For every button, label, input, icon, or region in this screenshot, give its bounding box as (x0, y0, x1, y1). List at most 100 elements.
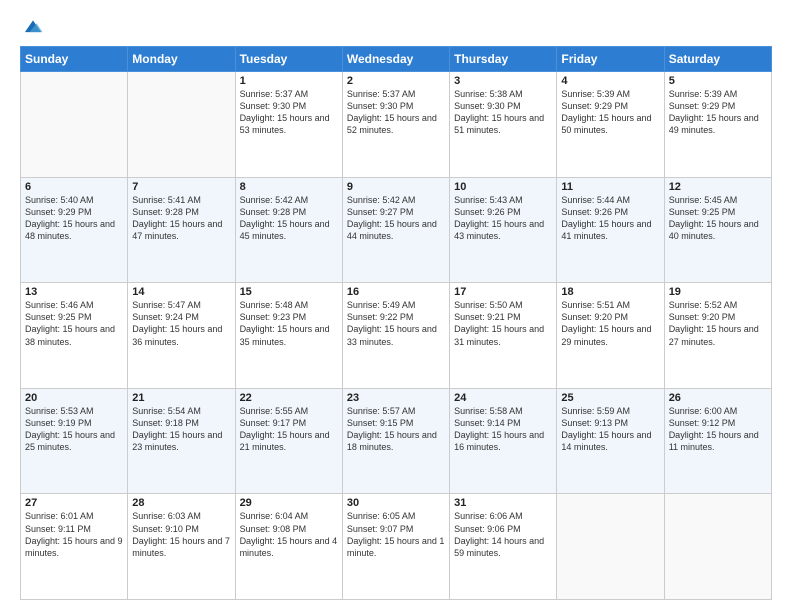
calendar-cell: 24Sunrise: 5:58 AM Sunset: 9:14 PM Dayli… (450, 388, 557, 494)
calendar-header-row: SundayMondayTuesdayWednesdayThursdayFrid… (21, 47, 772, 72)
day-info: Sunrise: 6:04 AM Sunset: 9:08 PM Dayligh… (240, 510, 338, 559)
logo (20, 16, 44, 38)
day-info: Sunrise: 5:48 AM Sunset: 9:23 PM Dayligh… (240, 299, 338, 348)
weekday-header-monday: Monday (128, 47, 235, 72)
day-number: 20 (25, 392, 123, 404)
calendar-cell: 6Sunrise: 5:40 AM Sunset: 9:29 PM Daylig… (21, 177, 128, 283)
calendar-cell: 21Sunrise: 5:54 AM Sunset: 9:18 PM Dayli… (128, 388, 235, 494)
day-info: Sunrise: 5:45 AM Sunset: 9:25 PM Dayligh… (669, 194, 767, 243)
day-info: Sunrise: 5:39 AM Sunset: 9:29 PM Dayligh… (669, 88, 767, 137)
day-info: Sunrise: 5:51 AM Sunset: 9:20 PM Dayligh… (561, 299, 659, 348)
day-number: 2 (347, 75, 445, 87)
calendar-cell: 3Sunrise: 5:38 AM Sunset: 9:30 PM Daylig… (450, 72, 557, 178)
calendar-week-row: 20Sunrise: 5:53 AM Sunset: 9:19 PM Dayli… (21, 388, 772, 494)
weekday-header-friday: Friday (557, 47, 664, 72)
calendar-cell: 16Sunrise: 5:49 AM Sunset: 9:22 PM Dayli… (342, 283, 449, 389)
day-info: Sunrise: 5:55 AM Sunset: 9:17 PM Dayligh… (240, 405, 338, 454)
day-info: Sunrise: 5:42 AM Sunset: 9:28 PM Dayligh… (240, 194, 338, 243)
day-number: 17 (454, 286, 552, 298)
day-number: 16 (347, 286, 445, 298)
logo-icon (22, 16, 44, 38)
calendar-week-row: 6Sunrise: 5:40 AM Sunset: 9:29 PM Daylig… (21, 177, 772, 283)
weekday-header-thursday: Thursday (450, 47, 557, 72)
day-number: 7 (132, 181, 230, 193)
calendar-cell: 18Sunrise: 5:51 AM Sunset: 9:20 PM Dayli… (557, 283, 664, 389)
calendar-cell: 11Sunrise: 5:44 AM Sunset: 9:26 PM Dayli… (557, 177, 664, 283)
day-info: Sunrise: 5:42 AM Sunset: 9:27 PM Dayligh… (347, 194, 445, 243)
day-info: Sunrise: 5:38 AM Sunset: 9:30 PM Dayligh… (454, 88, 552, 137)
calendar-cell: 30Sunrise: 6:05 AM Sunset: 9:07 PM Dayli… (342, 494, 449, 600)
calendar-cell: 31Sunrise: 6:06 AM Sunset: 9:06 PM Dayli… (450, 494, 557, 600)
day-number: 10 (454, 181, 552, 193)
calendar-cell: 22Sunrise: 5:55 AM Sunset: 9:17 PM Dayli… (235, 388, 342, 494)
calendar-cell: 1Sunrise: 5:37 AM Sunset: 9:30 PM Daylig… (235, 72, 342, 178)
day-info: Sunrise: 5:59 AM Sunset: 9:13 PM Dayligh… (561, 405, 659, 454)
calendar-cell: 13Sunrise: 5:46 AM Sunset: 9:25 PM Dayli… (21, 283, 128, 389)
day-info: Sunrise: 5:52 AM Sunset: 9:20 PM Dayligh… (669, 299, 767, 348)
day-info: Sunrise: 5:44 AM Sunset: 9:26 PM Dayligh… (561, 194, 659, 243)
day-number: 27 (25, 497, 123, 509)
weekday-header-wednesday: Wednesday (342, 47, 449, 72)
day-number: 15 (240, 286, 338, 298)
day-info: Sunrise: 6:00 AM Sunset: 9:12 PM Dayligh… (669, 405, 767, 454)
calendar-cell: 12Sunrise: 5:45 AM Sunset: 9:25 PM Dayli… (664, 177, 771, 283)
day-number: 26 (669, 392, 767, 404)
calendar-cell: 5Sunrise: 5:39 AM Sunset: 9:29 PM Daylig… (664, 72, 771, 178)
day-number: 8 (240, 181, 338, 193)
calendar-cell: 25Sunrise: 5:59 AM Sunset: 9:13 PM Dayli… (557, 388, 664, 494)
day-number: 18 (561, 286, 659, 298)
day-info: Sunrise: 5:46 AM Sunset: 9:25 PM Dayligh… (25, 299, 123, 348)
day-info: Sunrise: 6:01 AM Sunset: 9:11 PM Dayligh… (25, 510, 123, 559)
calendar-cell (128, 72, 235, 178)
day-number: 31 (454, 497, 552, 509)
day-number: 23 (347, 392, 445, 404)
weekday-header-tuesday: Tuesday (235, 47, 342, 72)
day-info: Sunrise: 6:05 AM Sunset: 9:07 PM Dayligh… (347, 510, 445, 559)
day-info: Sunrise: 6:03 AM Sunset: 9:10 PM Dayligh… (132, 510, 230, 559)
day-number: 29 (240, 497, 338, 509)
day-number: 11 (561, 181, 659, 193)
calendar-cell: 26Sunrise: 6:00 AM Sunset: 9:12 PM Dayli… (664, 388, 771, 494)
day-info: Sunrise: 5:50 AM Sunset: 9:21 PM Dayligh… (454, 299, 552, 348)
calendar-cell: 7Sunrise: 5:41 AM Sunset: 9:28 PM Daylig… (128, 177, 235, 283)
calendar-cell: 27Sunrise: 6:01 AM Sunset: 9:11 PM Dayli… (21, 494, 128, 600)
calendar-cell: 9Sunrise: 5:42 AM Sunset: 9:27 PM Daylig… (342, 177, 449, 283)
day-info: Sunrise: 5:58 AM Sunset: 9:14 PM Dayligh… (454, 405, 552, 454)
day-info: Sunrise: 5:40 AM Sunset: 9:29 PM Dayligh… (25, 194, 123, 243)
calendar-cell (557, 494, 664, 600)
day-number: 28 (132, 497, 230, 509)
day-number: 1 (240, 75, 338, 87)
day-info: Sunrise: 5:53 AM Sunset: 9:19 PM Dayligh… (25, 405, 123, 454)
calendar-week-row: 13Sunrise: 5:46 AM Sunset: 9:25 PM Dayli… (21, 283, 772, 389)
calendar-cell: 10Sunrise: 5:43 AM Sunset: 9:26 PM Dayli… (450, 177, 557, 283)
calendar-cell: 23Sunrise: 5:57 AM Sunset: 9:15 PM Dayli… (342, 388, 449, 494)
day-info: Sunrise: 5:54 AM Sunset: 9:18 PM Dayligh… (132, 405, 230, 454)
day-info: Sunrise: 5:39 AM Sunset: 9:29 PM Dayligh… (561, 88, 659, 137)
day-info: Sunrise: 6:06 AM Sunset: 9:06 PM Dayligh… (454, 510, 552, 559)
calendar-cell: 17Sunrise: 5:50 AM Sunset: 9:21 PM Dayli… (450, 283, 557, 389)
calendar-week-row: 1 Sunrise: 5:37 AM Sunset: 9:30 PM Daylig… (21, 72, 772, 178)
calendar-cell: 19Sunrise: 5:52 AM Sunset: 9:20 PM Dayli… (664, 283, 771, 389)
day-number: 13 (25, 286, 123, 298)
day-number: 4 (561, 75, 659, 87)
day-number: 22 (240, 392, 338, 404)
day-number: 21 (132, 392, 230, 404)
day-number: 9 (347, 181, 445, 193)
day-info: Sunrise: 5:37 AM Sunset: 9:30 PM Dayligh… (347, 88, 445, 137)
day-number: 24 (454, 392, 552, 404)
day-number: 30 (347, 497, 445, 509)
weekday-header-saturday: Saturday (664, 47, 771, 72)
page: SundayMondayTuesdayWednesdayThursdayFrid… (0, 0, 792, 612)
day-info: Sunrise: 5:49 AM Sunset: 9:22 PM Dayligh… (347, 299, 445, 348)
day-number: 6 (25, 181, 123, 193)
calendar-cell (21, 72, 128, 178)
calendar-cell: 29Sunrise: 6:04 AM Sunset: 9:08 PM Dayli… (235, 494, 342, 600)
day-number: 25 (561, 392, 659, 404)
calendar-cell: 20Sunrise: 5:53 AM Sunset: 9:19 PM Dayli… (21, 388, 128, 494)
calendar-table: SundayMondayTuesdayWednesdayThursdayFrid… (20, 46, 772, 600)
calendar-cell (664, 494, 771, 600)
day-number: 12 (669, 181, 767, 193)
day-info: Sunrise: 5:57 AM Sunset: 9:15 PM Dayligh… (347, 405, 445, 454)
day-number: 3 (454, 75, 552, 87)
calendar-cell: 14Sunrise: 5:47 AM Sunset: 9:24 PM Dayli… (128, 283, 235, 389)
